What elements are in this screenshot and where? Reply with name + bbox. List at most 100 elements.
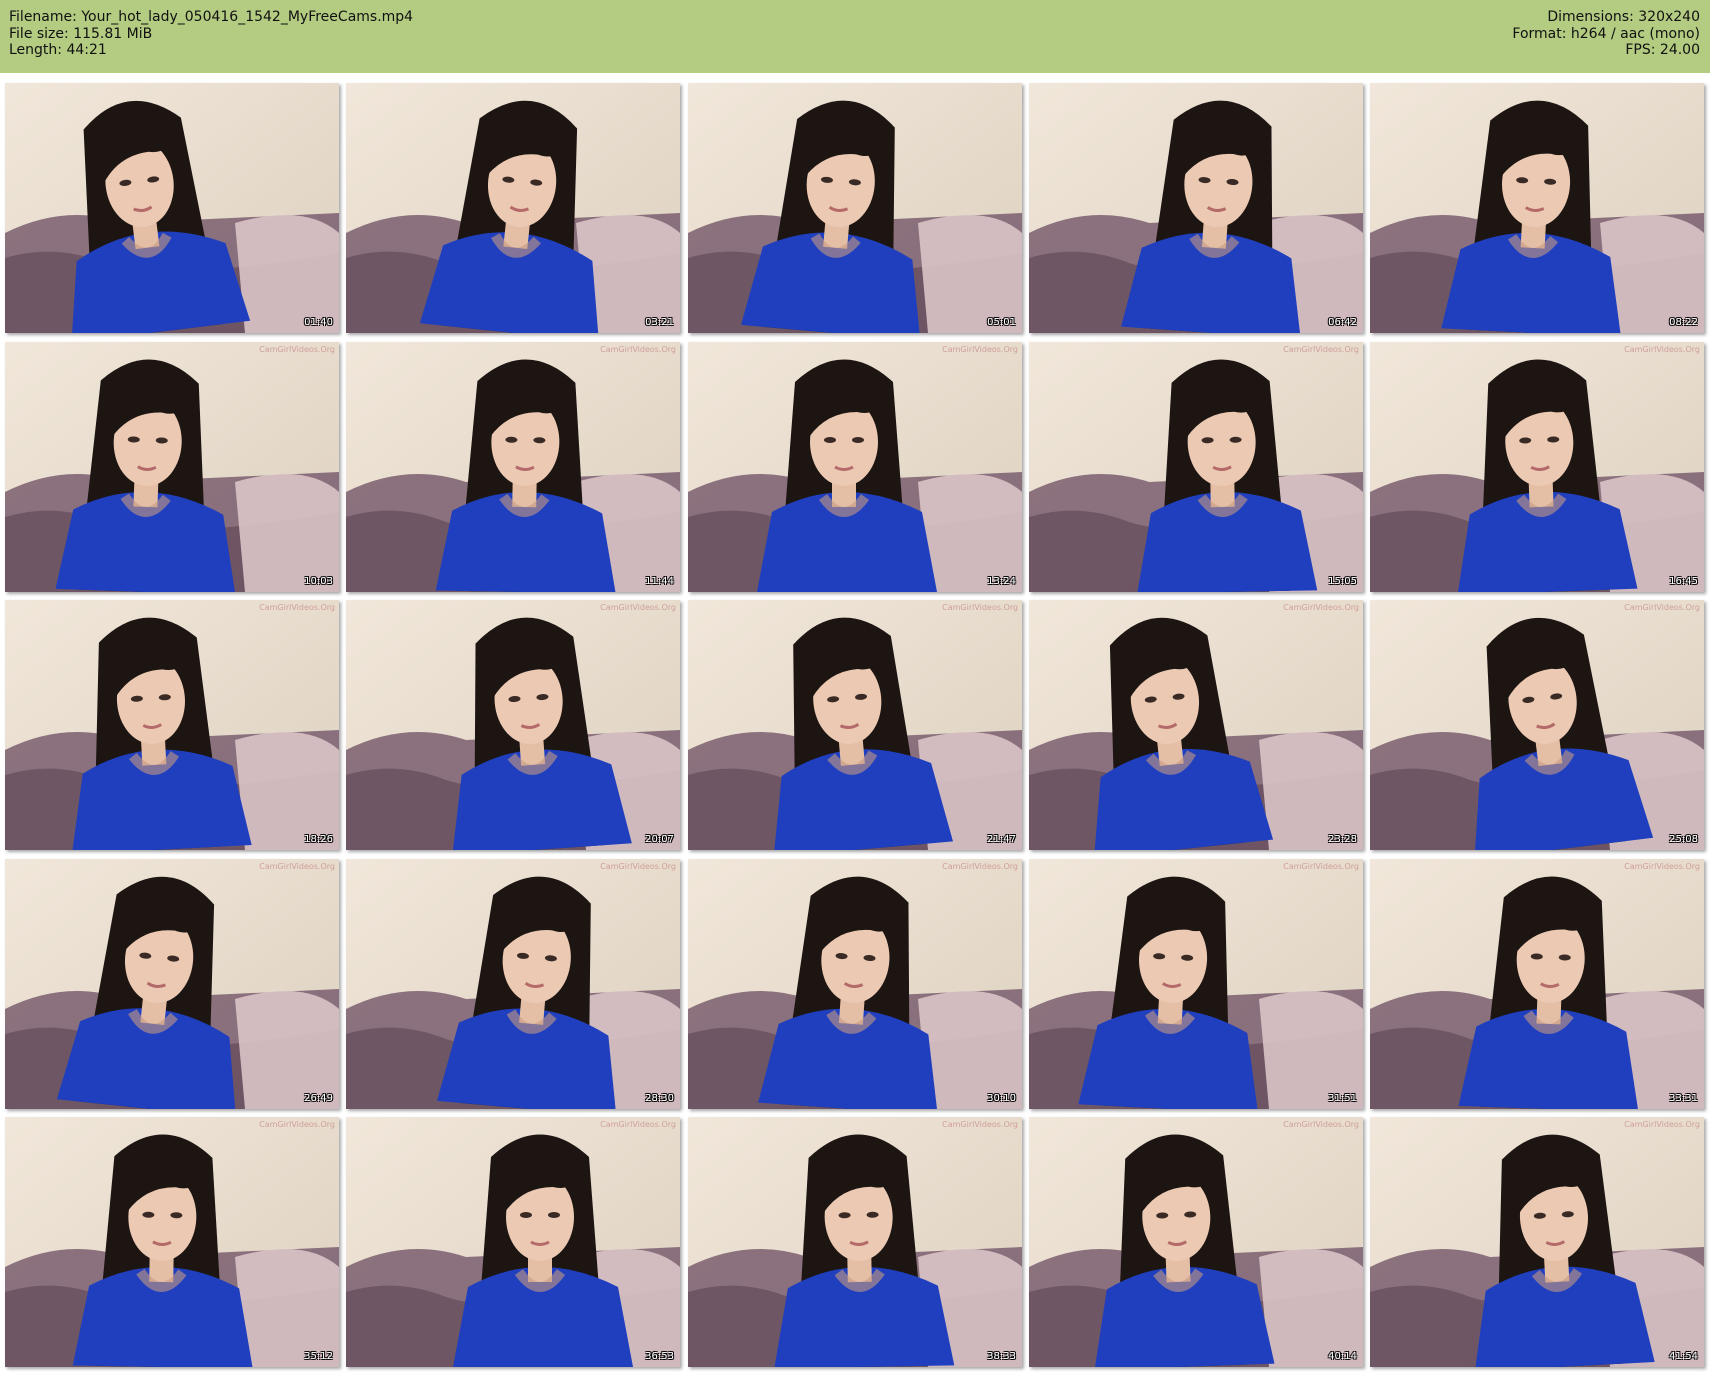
video-thumbnail[interactable]: CamGirlVideos.Org 18:26	[5, 600, 339, 850]
thumbnail-timestamp: 08:22	[1669, 317, 1698, 328]
watermark: CamGirlVideos.Org	[1624, 603, 1700, 612]
thumbnail-timestamp: 16:45	[1669, 576, 1698, 587]
watermark: CamGirlVideos.Org	[942, 603, 1018, 612]
filesize-label: File size:	[9, 25, 69, 42]
fps-value: 24.00	[1659, 42, 1700, 58]
filename-row: Filename: Your_hot_lady_050416_1542_MyFr…	[9, 9, 413, 26]
thumbnail-timestamp: 33:31	[1669, 1093, 1698, 1104]
frame-image	[1029, 859, 1363, 1109]
watermark: CamGirlVideos.Org	[1283, 1120, 1359, 1129]
thumbnail-timestamp: 15:05	[1328, 576, 1357, 587]
info-header: Filename: Your_hot_lady_050416_1542_MyFr…	[0, 0, 1710, 73]
frame-image	[688, 600, 1022, 850]
video-thumbnail[interactable]: CamGirlVideos.Org 31:51	[1029, 859, 1363, 1109]
thumbnail-timestamp: 41:54	[1669, 1351, 1698, 1362]
frame-image	[5, 1117, 339, 1367]
watermark: CamGirlVideos.Org	[259, 603, 335, 612]
filename-value: Your_hot_lady_050416_1542_MyFreeCams.mp4	[81, 9, 414, 25]
thumbnail-timestamp: 36:53	[645, 1351, 674, 1362]
thumbnail-timestamp: 25:08	[1669, 834, 1698, 845]
thumbnail-timestamp: 06:42	[1328, 317, 1357, 328]
thumbnail-timestamp: 20:07	[645, 834, 674, 845]
video-thumbnail[interactable]: 03:21	[346, 83, 680, 333]
filesize-row: File size: 115.81 MiB	[9, 26, 413, 43]
thumbnail-timestamp: 01:40	[304, 317, 333, 328]
format-value: h264 / aac (mono)	[1570, 25, 1700, 42]
watermark: CamGirlVideos.Org	[259, 862, 335, 871]
video-thumbnail[interactable]: CamGirlVideos.Org 25:08	[1370, 600, 1704, 850]
thumbnail-timestamp: 21:47	[987, 834, 1016, 845]
frame-image	[346, 859, 680, 1109]
video-thumbnail[interactable]: CamGirlVideos.Org 30:10	[688, 859, 1022, 1109]
frame-image	[346, 342, 680, 592]
filesize-value: 115.81 MiB	[73, 25, 153, 42]
thumbnail-timestamp: 05:01	[987, 317, 1016, 328]
frame-image	[1029, 83, 1363, 333]
video-thumbnail[interactable]: CamGirlVideos.Org 13:24	[688, 342, 1022, 592]
length-row: Length: 44:21	[9, 42, 413, 59]
video-thumbnail[interactable]: 06:42	[1029, 83, 1363, 333]
video-thumbnail[interactable]: CamGirlVideos.Org 16:45	[1370, 342, 1704, 592]
fps-label: FPS:	[1625, 42, 1656, 58]
frame-image	[346, 1117, 680, 1367]
frame-image	[1029, 1117, 1363, 1367]
frame-image	[1370, 1117, 1704, 1367]
video-thumbnail[interactable]: CamGirlVideos.Org 15:05	[1029, 342, 1363, 592]
frame-image	[346, 600, 680, 850]
frame-image	[5, 342, 339, 592]
thumbnail-timestamp: 40:14	[1328, 1351, 1357, 1362]
thumbnail-timestamp: 13:24	[987, 576, 1016, 587]
dimensions-label: Dimensions:	[1547, 9, 1634, 25]
frame-image	[5, 859, 339, 1109]
video-thumbnail[interactable]: 01:40	[5, 83, 339, 333]
watermark: CamGirlVideos.Org	[259, 345, 335, 354]
watermark: CamGirlVideos.Org	[1283, 603, 1359, 612]
thumbnail-timestamp: 18:26	[304, 834, 333, 845]
video-thumbnail[interactable]: CamGirlVideos.Org 20:07	[346, 600, 680, 850]
thumbnail-grid: 01:40 03:21 05:01 06:42 08:22 CamGirlVideos.O…	[5, 83, 1705, 1368]
thumbnail-timestamp: 23:28	[1328, 834, 1357, 845]
video-thumbnail[interactable]: CamGirlVideos.Org 36:53	[346, 1117, 680, 1367]
thumbnail-timestamp: 11:44	[645, 576, 674, 587]
frame-image	[688, 859, 1022, 1109]
watermark: CamGirlVideos.Org	[1624, 1120, 1700, 1129]
video-thumbnail[interactable]: CamGirlVideos.Org 35:12	[5, 1117, 339, 1367]
fps-row: FPS: 24.00	[1512, 42, 1700, 59]
info-right: Dimensions: 320x240 Format: h264 / aac (…	[1512, 9, 1700, 59]
watermark: CamGirlVideos.Org	[1624, 345, 1700, 354]
thumbnail-timestamp: 10:03	[304, 576, 333, 587]
video-thumbnail[interactable]: CamGirlVideos.Org 41:54	[1370, 1117, 1704, 1367]
video-thumbnail[interactable]: CamGirlVideos.Org 23:28	[1029, 600, 1363, 850]
frame-image	[5, 83, 339, 333]
format-label: Format:	[1512, 25, 1567, 42]
frame-image	[1370, 859, 1704, 1109]
info-left: Filename: Your_hot_lady_050416_1542_MyFr…	[9, 9, 413, 59]
frame-image	[688, 1117, 1022, 1367]
format-row: Format: h264 / aac (mono)	[1512, 26, 1700, 43]
frame-image	[1370, 600, 1704, 850]
watermark: CamGirlVideos.Org	[600, 603, 676, 612]
video-thumbnail[interactable]: CamGirlVideos.Org 28:30	[346, 859, 680, 1109]
video-thumbnail[interactable]: 05:01	[688, 83, 1022, 333]
thumbnail-timestamp: 38:33	[987, 1351, 1016, 1362]
watermark: CamGirlVideos.Org	[600, 1120, 676, 1129]
video-thumbnail[interactable]: CamGirlVideos.Org 33:31	[1370, 859, 1704, 1109]
video-thumbnail[interactable]: CamGirlVideos.Org 21:47	[688, 600, 1022, 850]
video-thumbnail[interactable]: CamGirlVideos.Org 10:03	[5, 342, 339, 592]
frame-image	[5, 600, 339, 850]
watermark: CamGirlVideos.Org	[600, 345, 676, 354]
length-label: Length:	[9, 42, 63, 58]
watermark: CamGirlVideos.Org	[1283, 345, 1359, 354]
watermark: CamGirlVideos.Org	[1283, 862, 1359, 871]
video-thumbnail[interactable]: CamGirlVideos.Org 38:33	[688, 1117, 1022, 1367]
video-thumbnail[interactable]: CamGirlVideos.Org 11:44	[346, 342, 680, 592]
thumbnail-timestamp: 03:21	[645, 317, 674, 328]
frame-image	[688, 83, 1022, 333]
video-thumbnail[interactable]: CamGirlVideos.Org 40:14	[1029, 1117, 1363, 1367]
thumbnail-timestamp: 26:49	[304, 1093, 333, 1104]
frame-image	[1370, 342, 1704, 592]
filename-label: Filename:	[9, 9, 77, 25]
length-value: 44:21	[66, 42, 107, 58]
video-thumbnail[interactable]: 08:22	[1370, 83, 1704, 333]
video-thumbnail[interactable]: CamGirlVideos.Org 26:49	[5, 859, 339, 1109]
